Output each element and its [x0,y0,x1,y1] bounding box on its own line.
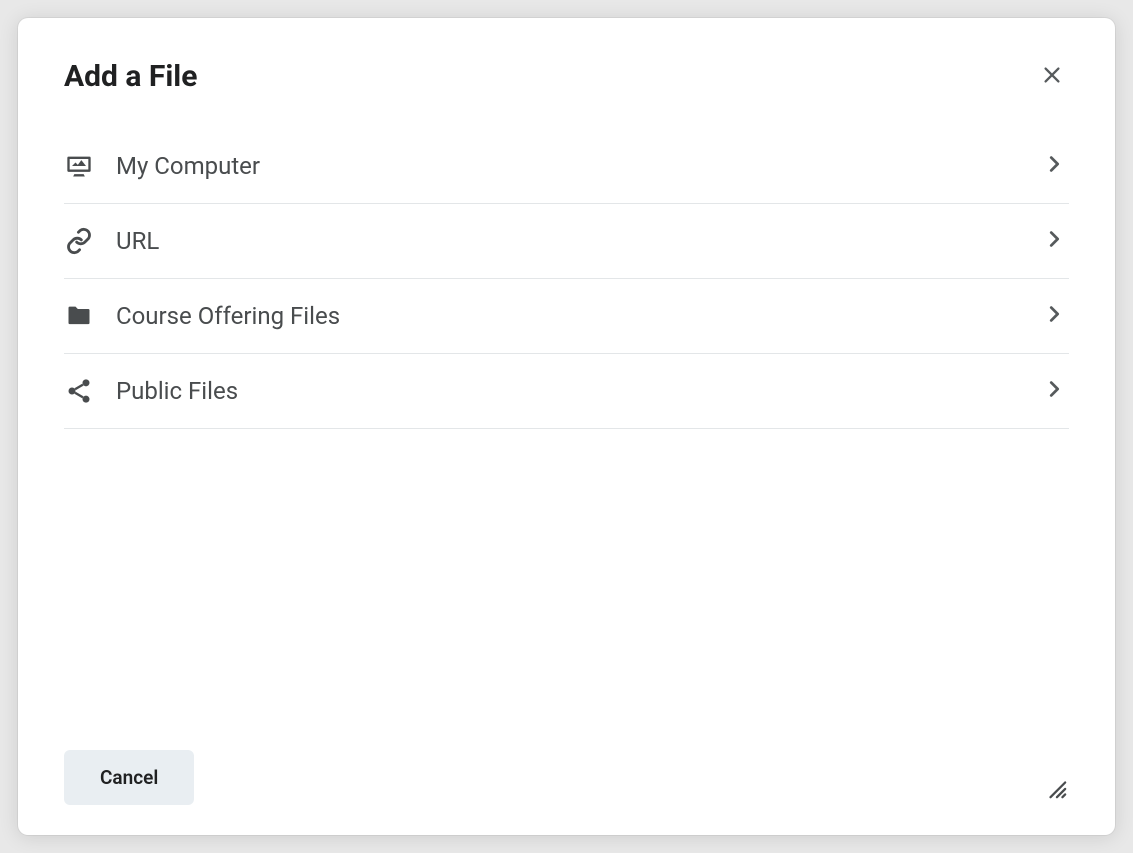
source-label: URL [116,227,1021,255]
source-label: My Computer [116,152,1021,180]
source-url[interactable]: URL [64,204,1069,279]
modal-title: Add a File [64,59,197,94]
file-source-list: My Computer URL [64,143,1069,730]
chevron-right-icon [1043,378,1065,404]
source-label: Course Offering Files [116,302,1021,330]
close-button[interactable] [1035,58,1069,95]
chevron-right-icon [1043,228,1065,254]
modal-footer: Cancel [64,750,1069,805]
chevron-right-icon [1043,153,1065,179]
resize-icon [1045,784,1067,803]
chevron-right-icon [1043,303,1065,329]
folder-icon [64,301,94,331]
link-icon [64,226,94,256]
modal-header: Add a File [64,58,1069,95]
share-icon [64,376,94,406]
resize-handle[interactable] [1043,775,1069,805]
add-file-modal: Add a File My Computer [18,18,1115,835]
cancel-button[interactable]: Cancel [64,750,194,805]
source-public-files[interactable]: Public Files [64,354,1069,429]
source-my-computer[interactable]: My Computer [64,143,1069,204]
source-label: Public Files [116,377,1021,405]
computer-image-icon [64,151,94,181]
source-course-offering-files[interactable]: Course Offering Files [64,279,1069,354]
close-icon [1041,64,1063,89]
